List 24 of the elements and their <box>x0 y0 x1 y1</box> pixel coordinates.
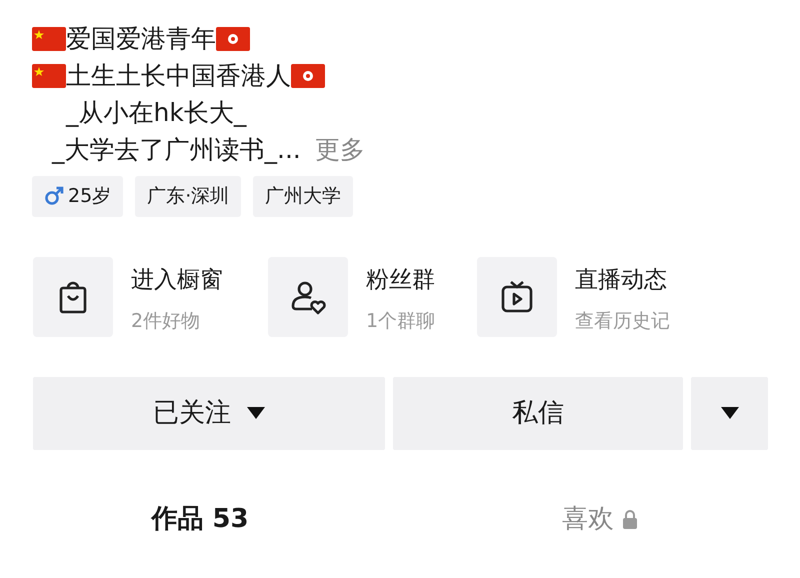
bio-text: 爱国爱港青年 <box>66 23 216 55</box>
bio-text: _大学去了广州读书_... <box>52 134 301 166</box>
bio-text: _从小在hk长大_ <box>66 97 246 129</box>
profile-tag: 广东·深圳 <box>135 176 242 216</box>
profile-tab[interactable]: 作品 53 <box>151 500 249 538</box>
shortcut-subtitle: 1个群聊 <box>366 308 436 334</box>
message-button[interactable]: 私信 <box>393 376 683 450</box>
shortcut-title: 进入橱窗 <box>131 266 223 294</box>
caret-icon <box>720 407 738 419</box>
more-link[interactable]: 更多 <box>314 131 365 168</box>
shortcut-title: 直播动态 <box>575 266 668 294</box>
shortcut-tile[interactable] <box>33 256 113 336</box>
caret-icon <box>247 407 265 419</box>
profile-tag: 广州大学 <box>253 176 354 216</box>
male-icon <box>44 186 64 206</box>
bio-text: 土生土长中国香港人 <box>66 60 291 92</box>
shortcut-tile[interactable] <box>477 256 558 336</box>
profile-tag: 25岁 <box>32 176 124 216</box>
shortcut-subtitle: 查看历史记 <box>575 308 670 334</box>
shortcut-title: 粉丝群 <box>366 266 436 294</box>
profile-tab[interactable]: 喜欢 <box>562 500 638 538</box>
shortcut-tile[interactable] <box>268 256 348 336</box>
follow-button[interactable]: 已关注 <box>33 376 385 450</box>
shortcut-subtitle: 2件好物 <box>131 308 202 334</box>
